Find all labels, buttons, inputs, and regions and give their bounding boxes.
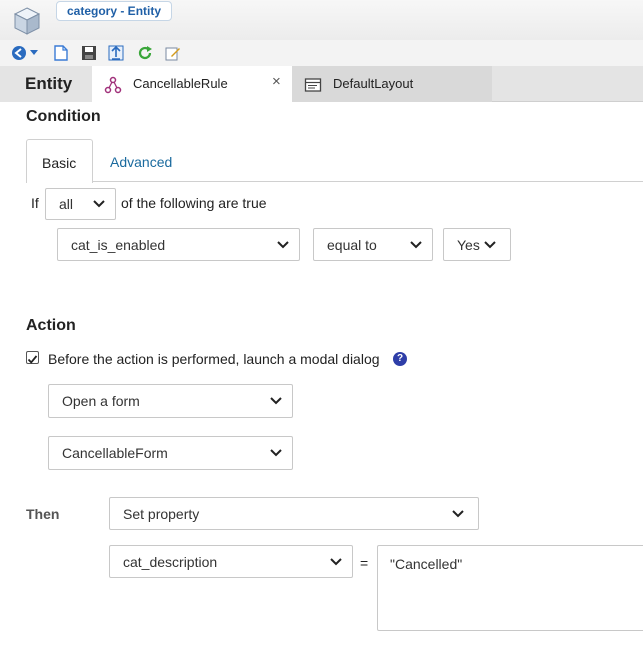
then-label: Then [26, 506, 60, 522]
modal-dialog-label: Before the action is performed, launch a… [48, 351, 380, 367]
tab-cancellable-rule-label: CancellableRule [133, 76, 228, 91]
chevron-down-icon [277, 240, 289, 248]
refresh-icon[interactable] [135, 43, 155, 63]
condition-heading: Condition [26, 108, 101, 125]
help-icon[interactable]: ? [393, 352, 407, 366]
toolbar [0, 40, 643, 66]
tab-default-layout-label: DefaultLayout [333, 76, 414, 91]
condition-field-value: cat_is_enabled [71, 236, 166, 253]
property-value: cat_description [123, 553, 218, 570]
tab-default-layout[interactable]: DefaultLayout [292, 66, 492, 102]
chevron-down-icon [452, 509, 464, 517]
condition-subtabs: Basic Advanced [26, 139, 643, 183]
then-action-value: Set property [123, 505, 200, 522]
dropdown-arrow-icon[interactable] [28, 43, 40, 63]
back-arrow-icon[interactable] [9, 43, 29, 63]
tab-entity[interactable]: Entity [0, 66, 92, 102]
modal-dialog-checkbox[interactable] [26, 351, 39, 364]
window-title: category - Entity [56, 1, 173, 21]
action-heading: Action [26, 317, 76, 334]
form-select[interactable]: CancellableForm [48, 436, 293, 470]
rule-icon [104, 76, 122, 94]
new-document-icon[interactable] [51, 43, 71, 63]
operator-value: equal to [327, 236, 377, 253]
property-select[interactable]: cat_description [109, 545, 353, 578]
checkmark-icon [27, 355, 38, 364]
cube-icon [13, 7, 41, 35]
property-value-textarea[interactable]: "Cancelled" [377, 545, 643, 631]
chevron-down-icon [270, 397, 282, 405]
condition-value: Yes [457, 236, 480, 253]
chevron-down-icon [270, 449, 282, 457]
operator-select[interactable]: equal to [313, 228, 433, 261]
if-label: If [31, 195, 39, 211]
equals-sign: = [360, 555, 369, 571]
dialog-type-select[interactable]: Open a form [48, 384, 293, 418]
condition-value-select[interactable]: Yes [443, 228, 511, 261]
chevron-down-icon [330, 557, 342, 565]
layout-icon [304, 78, 322, 92]
chevron-down-icon [93, 200, 105, 208]
condition-field-select[interactable]: cat_is_enabled [57, 228, 300, 261]
save-icon[interactable] [79, 43, 99, 63]
tab-advanced[interactable]: Advanced [110, 154, 172, 170]
title-bar: category - Entity [0, 0, 643, 40]
export-icon[interactable] [106, 43, 126, 63]
edit-icon[interactable] [163, 43, 183, 63]
form-value: CancellableForm [62, 445, 168, 461]
tab-cancellable-rule[interactable]: CancellableRule × [92, 66, 292, 102]
condition-suffix: of the following are true [121, 195, 267, 211]
quantifier-select[interactable]: all [45, 188, 116, 220]
dialog-type-value: Open a form [62, 393, 140, 409]
then-action-select[interactable]: Set property [109, 497, 479, 530]
quantifier-value: all [59, 196, 74, 212]
tab-bar: Entity CancellableRule × DefaultLayout [0, 66, 643, 102]
close-icon[interactable]: × [272, 73, 281, 90]
chevron-down-icon [410, 240, 422, 248]
tab-basic[interactable]: Basic [26, 139, 93, 183]
chevron-down-icon [484, 240, 496, 248]
property-value-text: "Cancelled" [390, 556, 463, 572]
tab-basic-label: Basic [42, 155, 77, 171]
tab-entity-label: Entity [25, 74, 73, 93]
